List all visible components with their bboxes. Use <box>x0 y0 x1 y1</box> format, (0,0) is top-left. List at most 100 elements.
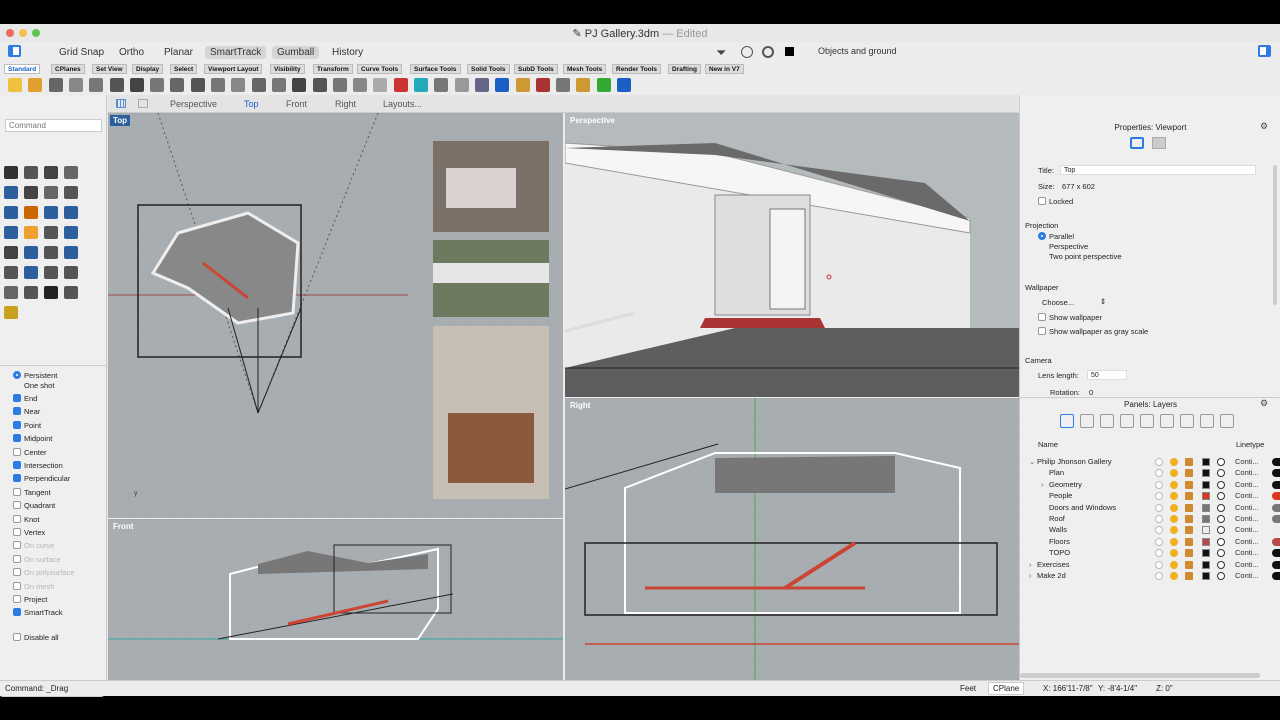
grid-icon[interactable] <box>332 78 347 92</box>
undo-icon[interactable] <box>170 78 185 92</box>
osnap-checkbox[interactable] <box>13 434 21 443</box>
lights-icon[interactable] <box>556 78 571 92</box>
layer-color-swatch[interactable] <box>1202 560 1210 569</box>
tab-perspective[interactable]: Perspective <box>170 99 217 109</box>
light-icon[interactable] <box>373 78 388 92</box>
material-icon[interactable] <box>1217 469 1225 478</box>
display-icon[interactable] <box>1140 414 1154 428</box>
color-swatch[interactable] <box>785 47 794 56</box>
print-icon[interactable] <box>68 78 83 92</box>
one-shot-option[interactable]: One shot <box>24 381 54 393</box>
tab-new-in-v7[interactable]: New in V7 <box>705 64 744 74</box>
layer-linetype[interactable]: Conti... <box>1235 514 1259 523</box>
bulb-icon[interactable] <box>1170 503 1178 512</box>
layer-color-swatch[interactable] <box>1202 503 1210 512</box>
zoom-extents-icon[interactable] <box>271 78 286 92</box>
layer-row[interactable]: ⌄ Philip Jhonson Gallery Conti... <box>1020 457 1280 468</box>
osnap-tangent[interactable]: Tangent <box>13 487 51 500</box>
material-icon[interactable] <box>515 78 530 92</box>
layer-linetype[interactable]: Conti... <box>1235 468 1259 477</box>
tool-button-29-icon[interactable] <box>4 306 18 319</box>
layer-name[interactable]: Roof <box>1049 514 1065 523</box>
ortho-toggle[interactable]: Ortho <box>114 46 149 59</box>
tab-drafting[interactable]: Drafting <box>668 64 701 74</box>
layer-color-swatch[interactable] <box>1202 572 1210 580</box>
layer-row[interactable]: › Make 2d Conti... <box>1020 571 1280 582</box>
tool-button-2-icon[interactable] <box>24 166 38 179</box>
osnap-knot[interactable]: Knot <box>13 514 39 527</box>
locked-checkbox[interactable] <box>1038 197 1046 205</box>
layer-name[interactable]: TOPO <box>1049 548 1070 557</box>
osnap-checkbox[interactable] <box>13 528 21 536</box>
print-color-swatch[interactable] <box>1272 549 1280 558</box>
layer-color-swatch[interactable] <box>1202 549 1210 558</box>
bulb-icon[interactable] <box>1170 458 1178 466</box>
top-viewport-label[interactable]: Top <box>110 115 131 126</box>
single-layout-icon[interactable] <box>138 99 148 108</box>
wallpaper-choose-dropdown[interactable]: Choose... <box>1042 298 1074 307</box>
material-icon[interactable] <box>1217 480 1225 489</box>
osnap-checkbox[interactable] <box>13 447 21 456</box>
tab-viewport-layout[interactable]: Viewport Layout <box>204 64 263 74</box>
osnap-vertex[interactable]: Vertex <box>13 528 45 540</box>
tab-layouts[interactable]: Layouts... <box>383 99 422 109</box>
tool-button-9-icon[interactable] <box>4 206 18 219</box>
tool-button-16-icon[interactable] <box>64 226 78 239</box>
tab-set-view[interactable]: Set View <box>92 64 127 74</box>
lock-icon[interactable] <box>434 78 449 92</box>
osnap-checkbox[interactable] <box>13 407 21 416</box>
print-color-swatch[interactable] <box>1272 492 1280 501</box>
record-history-icon[interactable] <box>741 46 753 58</box>
print-color-swatch[interactable] <box>1272 537 1280 546</box>
tab-select[interactable]: Select <box>170 64 198 74</box>
layer-name[interactable]: Geometry <box>1049 480 1082 489</box>
tab-right[interactable]: Right <box>335 99 356 109</box>
tab-top[interactable]: Top <box>244 99 259 109</box>
gumball-toggle[interactable]: Gumball <box>272 46 320 59</box>
layer-row[interactable]: Roof Conti... <box>1020 514 1280 525</box>
print-color-swatch[interactable] <box>1272 560 1280 569</box>
layer-linetype[interactable]: Conti... <box>1235 537 1259 546</box>
print-color-swatch[interactable] <box>1272 458 1280 466</box>
file-icon[interactable] <box>1200 414 1214 428</box>
rotate-view-icon[interactable] <box>211 78 225 92</box>
layer-name[interactable]: People <box>1049 491 1072 500</box>
environment-icon[interactable] <box>535 78 550 92</box>
layer-color-swatch[interactable] <box>1202 492 1210 501</box>
layer-row[interactable]: Plan Conti... <box>1020 468 1280 479</box>
tab-surface-tools[interactable]: Surface Tools <box>410 64 461 74</box>
hide-icon[interactable] <box>393 78 408 92</box>
lock-icon[interactable] <box>1185 458 1193 466</box>
layer-name[interactable]: Doors and Windows <box>1049 503 1116 512</box>
layer-icon[interactable] <box>454 78 469 92</box>
layer-linetype[interactable]: Conti... <box>1235 548 1259 557</box>
bulb-icon[interactable] <box>1170 560 1178 569</box>
osnap-project[interactable]: Project <box>13 595 47 607</box>
current-layer-icon[interactable] <box>1155 492 1163 501</box>
lock-icon[interactable] <box>1185 503 1193 512</box>
4-view-icon[interactable] <box>312 78 327 92</box>
tool-button-19-icon[interactable] <box>44 246 58 259</box>
layer-color-swatch[interactable] <box>1202 458 1210 466</box>
zoom-icon[interactable] <box>231 78 246 92</box>
help-icon[interactable] <box>1160 414 1174 428</box>
tool-button-7-icon[interactable] <box>44 186 58 199</box>
layers-gear-icon[interactable]: ⚙ <box>1260 398 1268 409</box>
material-icon[interactable] <box>1217 503 1225 512</box>
layers-icon[interactable] <box>1060 414 1074 428</box>
tool-button-18-icon[interactable] <box>24 246 38 259</box>
tool-button-13-icon[interactable] <box>4 226 18 239</box>
current-layer-icon[interactable] <box>1155 537 1163 546</box>
front-viewport-label[interactable]: Front <box>110 521 136 532</box>
copy-icon[interactable] <box>129 78 144 92</box>
tool-button-21-icon[interactable] <box>4 266 18 279</box>
tab-mesh-tools[interactable]: Mesh Tools <box>563 64 607 74</box>
osnap-checkbox[interactable] <box>13 474 21 483</box>
tab-cplanes[interactable]: CPlanes <box>51 64 85 74</box>
osnap-near[interactable]: Near <box>13 407 40 419</box>
units-readout[interactable]: Feet <box>960 684 976 693</box>
bulb-icon[interactable] <box>1170 469 1178 478</box>
current-layer-icon[interactable] <box>1155 469 1163 478</box>
layer-linetype[interactable]: Conti... <box>1235 480 1259 489</box>
osnap-checkbox[interactable] <box>13 487 21 496</box>
